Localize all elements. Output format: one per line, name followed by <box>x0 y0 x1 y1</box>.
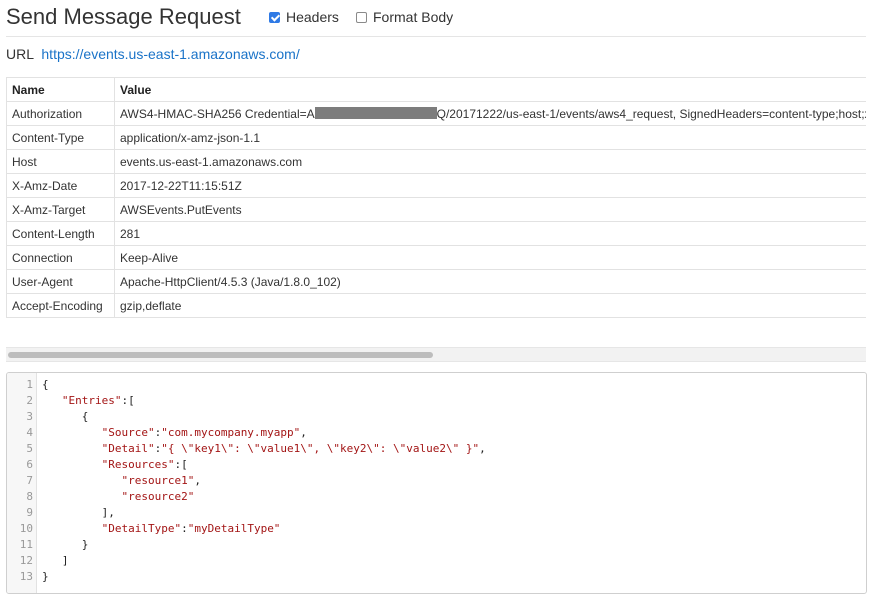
headers-label: Headers <box>286 9 339 25</box>
code-line: 12 ] <box>7 553 866 569</box>
line-text: ] <box>42 554 69 567</box>
column-header-value: Value <box>114 77 866 102</box>
authorization-prefix: AWS4-HMAC-SHA256 Credential=A <box>120 106 315 121</box>
code-line: 7 "resource1", <box>7 473 866 489</box>
table-row: Connection Keep-Alive <box>6 245 866 270</box>
code-line: 4 "Source":"com.mycompany.myapp", <box>7 425 866 441</box>
code-line: 2 "Entries":[ <box>7 393 866 409</box>
line-number: 9 <box>26 506 33 519</box>
table-horizontal-scrollbar[interactable] <box>6 347 866 362</box>
code-line: 8 "resource2" <box>7 489 866 505</box>
header-name-cell: Connection <box>6 245 115 270</box>
line-number: 8 <box>26 490 33 503</box>
format-body-label: Format Body <box>373 9 454 25</box>
authorization-suffix: Q/20171222/us-east-1/events/aws4_request… <box>436 106 866 121</box>
table-row: Authorization AWS4-HMAC-SHA256 Credentia… <box>6 101 866 126</box>
code-line: 10 "DetailType":"myDetailType" <box>7 521 866 537</box>
header-name-cell: Authorization <box>6 101 115 126</box>
line-number: 4 <box>26 426 33 439</box>
line-text: "Entries":[ <box>61 394 135 407</box>
header-name-cell: User-Agent <box>6 269 115 294</box>
table-row: X-Amz-Target AWSEvents.PutEvents <box>6 197 866 222</box>
line-text: ], <box>42 506 115 519</box>
header-value-cell: Keep-Alive <box>114 245 866 270</box>
url-link[interactable]: https://events.us-east-1.amazonaws.com/ <box>41 46 299 62</box>
header-name-cell: X-Amz-Target <box>6 197 115 222</box>
header-value-cell: 281 <box>114 221 866 246</box>
scrollbar-thumb[interactable] <box>8 352 433 358</box>
line-text: "Resources":[ <box>101 458 188 471</box>
code-line: 9 ], <box>7 505 866 521</box>
table-row: Accept-Encoding gzip,deflate <box>6 293 866 318</box>
line-text: } <box>42 538 89 551</box>
format-body-checkbox[interactable] <box>356 11 367 23</box>
line-number: 12 <box>19 554 33 567</box>
header-value-cell: gzip,deflate <box>114 293 866 318</box>
redacted-credential <box>314 106 437 119</box>
format-body-toggle[interactable]: Format Body <box>356 9 453 25</box>
line-text: "Detail":"{ \"key1\": \"value1\", \"key2… <box>101 442 486 455</box>
header-value-cell: AWSEvents.PutEvents <box>114 197 866 222</box>
code-line: 5 "Detail":"{ \"key1\": \"value1\", \"ke… <box>7 441 866 457</box>
header-value-cell: events.us-east-1.amazonaws.com <box>114 149 866 174</box>
url-row: URL https://events.us-east-1.amazonaws.c… <box>6 46 300 62</box>
line-number: 1 <box>26 378 33 391</box>
table-row: Host events.us-east-1.amazonaws.com <box>6 149 866 174</box>
code-line: 11 } <box>7 537 866 553</box>
line-number: 6 <box>26 458 33 471</box>
request-header: Send Message Request Headers Format Body <box>6 0 866 37</box>
headers-toggle[interactable]: Headers <box>269 9 339 25</box>
line-number: 10 <box>19 522 33 535</box>
header-name-cell: Content-Length <box>6 221 115 246</box>
line-text: { <box>42 378 49 391</box>
code-line: 6 "Resources":[ <box>7 457 866 473</box>
line-text: "DetailType":"myDetailType" <box>101 522 281 535</box>
line-number: 5 <box>26 442 33 455</box>
table-row: X-Amz-Date 2017-12-22T11:15:51Z <box>6 173 866 198</box>
code-line: 1{ <box>7 377 866 393</box>
line-text: { <box>42 410 89 423</box>
line-number: 2 <box>26 394 33 407</box>
code-line: 3 { <box>7 409 866 425</box>
headers-table: Name Value Authorization AWS4-HMAC-SHA25… <box>6 77 866 318</box>
headers-checkbox[interactable] <box>269 11 280 23</box>
header-name-cell: Host <box>6 149 115 174</box>
line-number: 11 <box>19 538 33 551</box>
line-text: "Source":"com.mycompany.myapp", <box>101 426 307 439</box>
line-text: } <box>42 570 49 583</box>
header-value-cell: Apache-HttpClient/4.5.3 (Java/1.8.0_102) <box>114 269 866 294</box>
table-row: User-Agent Apache-HttpClient/4.5.3 (Java… <box>6 269 866 294</box>
line-text: "resource1", <box>121 474 201 487</box>
line-number: 3 <box>26 410 33 423</box>
line-number: 13 <box>19 570 33 583</box>
page-title: Send Message Request <box>6 4 241 29</box>
header-value-cell: application/x-amz-json-1.1 <box>114 125 866 150</box>
table-row: Content-Length 281 <box>6 221 866 246</box>
header-name-cell: Content-Type <box>6 125 115 150</box>
table-header-row: Name Value <box>6 77 866 102</box>
headers-table-container: Name Value Authorization AWS4-HMAC-SHA25… <box>6 77 866 327</box>
line-number: 7 <box>26 474 33 487</box>
line-text: "resource2" <box>121 490 195 503</box>
url-label: URL <box>6 46 34 62</box>
code-lines: 1{ 2 "Entries":[ 3 { 4 "Source":"com.myc… <box>7 377 866 585</box>
header-value-cell: 2017-12-22T11:15:51Z <box>114 173 866 198</box>
code-line: 13} <box>7 569 866 585</box>
header-value-cell: AWS4-HMAC-SHA256 Credential=A Q/20171222/… <box>114 101 866 126</box>
header-name-cell: Accept-Encoding <box>6 293 115 318</box>
header-name-cell: X-Amz-Date <box>6 173 115 198</box>
column-header-name: Name <box>6 77 115 102</box>
body-editor[interactable]: 1{ 2 "Entries":[ 3 { 4 "Source":"com.myc… <box>6 372 867 594</box>
table-row: Content-Type application/x-amz-json-1.1 <box>6 125 866 150</box>
